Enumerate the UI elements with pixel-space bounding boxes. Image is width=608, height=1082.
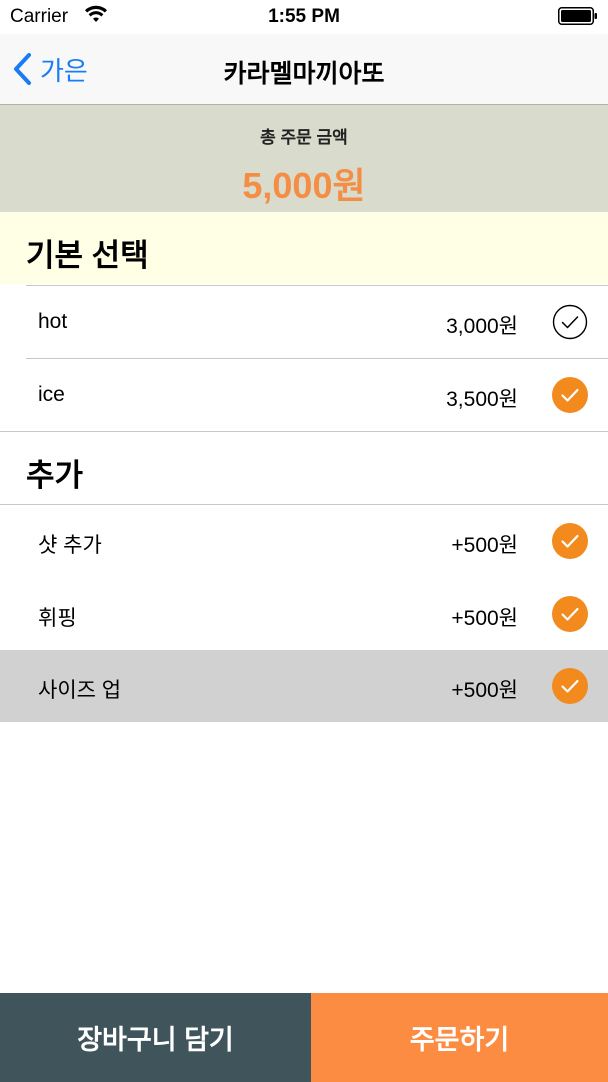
section-header-basic: 기본 선택 xyxy=(0,212,608,284)
option-price: +500원 xyxy=(451,679,518,702)
option-price: 3,500원 xyxy=(446,388,518,411)
option-price: +500원 xyxy=(451,534,518,557)
option-name: hot xyxy=(38,310,68,333)
option-name: 휘핑 xyxy=(38,607,77,630)
option-name: 샷 추가 xyxy=(38,534,102,557)
option-row-size-up[interactable]: 사이즈 업 +500원 xyxy=(0,650,608,722)
checkmark-checked-icon[interactable] xyxy=(552,377,588,413)
add-to-cart-button[interactable]: 장바구니 담기 xyxy=(0,993,311,1082)
checkmark-checked-icon[interactable] xyxy=(552,596,588,632)
bottom-action-bar: 장바구니 담기 주문하기 xyxy=(0,993,608,1082)
checkmark-checked-icon[interactable] xyxy=(552,668,588,704)
page-title: 카라멜마끼아또 xyxy=(223,60,385,88)
option-name: 사이즈 업 xyxy=(38,679,122,702)
option-name: ice xyxy=(38,383,65,406)
status-time: 1:55 PM xyxy=(268,6,340,27)
total-label: 총 주문 금액 xyxy=(260,128,348,147)
option-row-whipping[interactable]: 휘핑 +500원 xyxy=(0,578,608,650)
section-header-extra: 추가 xyxy=(0,432,608,504)
total-amount: 5,000원 xyxy=(242,165,366,206)
section-title-basic: 기본 선택 xyxy=(26,238,149,273)
option-row-hot[interactable]: hot 3,000원 xyxy=(0,286,608,358)
battery-icon xyxy=(558,7,597,25)
order-total-panel: 총 주문 금액 5,000원 xyxy=(0,105,608,212)
option-price: +500원 xyxy=(451,607,518,630)
checkmark-checked-icon[interactable] xyxy=(552,523,588,559)
option-row-ice[interactable]: ice 3,500원 xyxy=(0,359,608,431)
option-row-extra-shot[interactable]: 샷 추가 +500원 xyxy=(0,505,608,577)
section-title-extra: 추가 xyxy=(26,458,84,493)
order-button[interactable]: 주문하기 xyxy=(311,993,608,1082)
checkmark-unchecked-icon[interactable] xyxy=(552,304,588,340)
option-price: 3,000원 xyxy=(446,315,518,338)
status-bar: Carrier 1:55 PM xyxy=(0,0,608,34)
navigation-bar: 가은 카라멜마끼아또 xyxy=(0,34,608,105)
